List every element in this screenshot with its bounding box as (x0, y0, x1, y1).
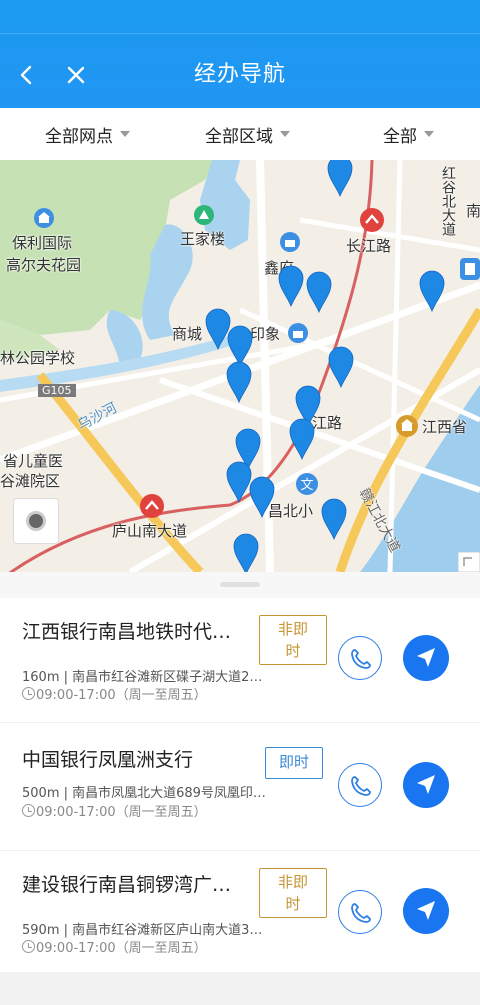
filter-label: 全部网点 (45, 126, 113, 147)
filter-label: 全部区域 (205, 126, 273, 147)
branch-type-badge: 非即 时 (259, 615, 327, 665)
divider (0, 722, 480, 723)
branch-card[interactable]: 中国银行凤凰洲支行 即时 500m | 南昌市凤凰北大道689号凤凰印… 09:… (0, 725, 480, 849)
filter-all[interactable]: 全部 (383, 120, 434, 148)
call-button[interactable] (338, 636, 382, 680)
clock-icon (22, 687, 35, 700)
navigate-button[interactable] (403, 888, 449, 934)
map-view[interactable]: 保利国际 高尔夫花园 王家楼 鑫府 长江路 商城 印象 林公园学校 G105 乌… (0, 160, 480, 572)
branch-name: 中国银行凤凰洲支行 (22, 749, 194, 771)
branch-pin-icon[interactable] (226, 461, 252, 504)
branch-pin-icon[interactable] (227, 325, 253, 368)
navigation-arrow-icon (417, 901, 435, 920)
phone-icon (351, 776, 371, 796)
badge-line: 时 (285, 642, 301, 660)
branch-name: 江西银行南昌地铁时代… (22, 621, 232, 643)
branch-pins (205, 160, 445, 572)
navigate-button[interactable] (403, 635, 449, 681)
branch-name: 建设银行南昌铜锣湾广… (22, 874, 232, 896)
branch-address: 590m | 南昌市红谷滩新区庐山南大道3… (22, 923, 263, 938)
branch-pin-icon[interactable] (278, 265, 304, 308)
branch-hours: 09:00-17:00（周一至周五） (22, 684, 207, 703)
branch-card[interactable]: 江西银行南昌地铁时代… 非即 时 160m | 南昌市红谷滩新区碟子湖大道2… … (0, 598, 480, 722)
badge-line: 非即 (277, 873, 308, 891)
branch-card[interactable]: 建设银行南昌铜锣湾广… 非即 时 590m | 南昌市红谷滩新区庐山南大道3… … (0, 852, 480, 976)
clock-icon (22, 804, 35, 817)
filter-branch-type[interactable]: 全部网点 (45, 120, 130, 148)
hours-text: 09:00-17:00（周一至周五） (36, 688, 207, 703)
locate-button[interactable] (13, 498, 59, 544)
list-footer (0, 972, 480, 1005)
branch-address: 500m | 南昌市凤凰北大道689号凤凰印… (22, 786, 266, 801)
phone-icon (351, 903, 371, 923)
locate-icon (26, 511, 46, 531)
branch-pin-icon[interactable] (249, 476, 275, 519)
call-button[interactable] (338, 763, 382, 807)
status-bar-divider (0, 33, 480, 34)
divider (0, 850, 480, 851)
branch-hours: 09:00-17:00（周一至周五） (22, 937, 207, 956)
phone-icon (351, 649, 371, 669)
branch-pin-icon[interactable] (205, 308, 231, 351)
branch-pin-icon[interactable] (419, 270, 445, 313)
branch-pin-icon[interactable] (233, 533, 259, 572)
navigate-button[interactable] (403, 762, 449, 808)
branch-pin-icon[interactable] (289, 418, 315, 461)
badge-line: 非即 (277, 620, 308, 638)
dropdown-arrow-icon (120, 131, 130, 137)
navigation-arrow-icon (417, 648, 435, 667)
expand-icon[interactable] (458, 552, 480, 572)
app-header: 经办导航 (0, 0, 480, 108)
branch-pin-icon[interactable] (328, 346, 354, 389)
hours-text: 09:00-17:00（周一至周五） (36, 941, 207, 956)
drag-handle[interactable] (220, 582, 260, 587)
branch-pin-icon[interactable] (321, 498, 347, 541)
branch-address: 160m | 南昌市红谷滩新区碟子湖大道2… (22, 670, 263, 685)
filter-region[interactable]: 全部区域 (205, 120, 290, 148)
branch-hours: 09:00-17:00（周一至周五） (22, 801, 207, 820)
navigation-arrow-icon (417, 775, 435, 794)
clock-icon (22, 940, 35, 953)
branch-list-sheet: 江西银行南昌地铁时代… 非即 时 160m | 南昌市红谷滩新区碟子湖大道2… … (0, 572, 480, 1005)
branch-pin-icon[interactable] (226, 361, 252, 404)
branch-pin-icon[interactable] (327, 160, 353, 198)
dropdown-arrow-icon (424, 131, 434, 137)
badge-line: 时 (285, 895, 301, 913)
filter-label: 全部 (383, 126, 417, 147)
branch-type-badge: 即时 (265, 747, 323, 779)
dropdown-arrow-icon (280, 131, 290, 137)
branch-type-badge: 非即 时 (259, 868, 327, 918)
page-title: 经办导航 (193, 62, 286, 87)
hours-text: 09:00-17:00（周一至周五） (36, 805, 207, 820)
branch-pin-icon[interactable] (306, 271, 332, 314)
call-button[interactable] (338, 890, 382, 934)
filter-bar: 全部网点 全部区域 全部 (0, 108, 480, 160)
